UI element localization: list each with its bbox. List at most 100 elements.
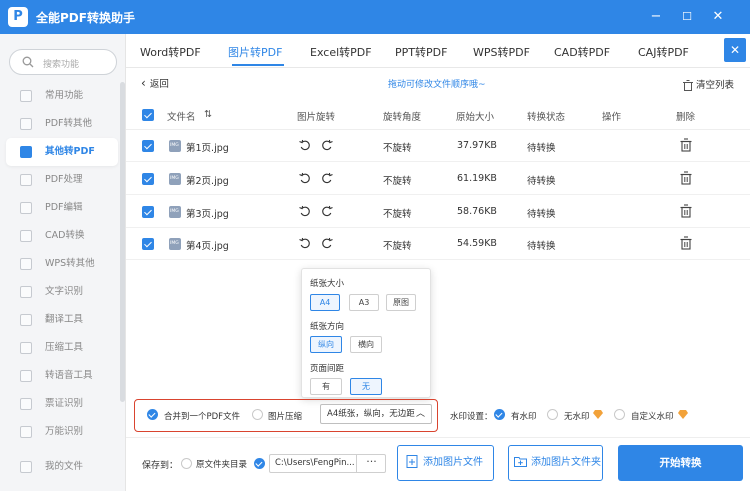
select-all-checkbox[interactable] [142,109,154,121]
tab[interactable]: Excel转PDF [310,44,372,60]
clear-list-button[interactable]: 清空列表 [683,77,734,91]
row-checkbox[interactable] [142,238,154,250]
sidebar-item[interactable]: 压缩工具 [0,334,120,362]
table-row[interactable]: 第2页.jpg 不旋转 61.19KB 待转换 [126,163,750,195]
table-row[interactable]: 第1页.jpg 不旋转 37.97KB 待转换 [126,130,750,162]
minimize-button[interactable]: − [646,7,666,27]
add-folder-button[interactable]: 添加图片文件夹 [508,445,603,481]
table-row[interactable]: 第3页.jpg 不旋转 58.76KB 待转换 [126,196,750,228]
row-checkbox[interactable] [142,206,154,218]
restore-button[interactable]: ☐ [677,7,697,27]
watermark-label: 水印设置： [450,412,493,422]
back-arrow-icon: ‹ [141,76,146,90]
sidebar-item[interactable]: 文字识别 [0,278,120,306]
tab[interactable]: CAD转PDF [554,44,610,60]
sidebar-item-label: PDF编辑 [45,202,83,213]
sidebar-item[interactable]: 其他转PDF [6,138,118,166]
tabs-close-button[interactable]: ✕ [724,38,746,62]
sidebar-item-icon [20,286,32,298]
rotate-left-icon[interactable] [298,204,312,218]
title-bar: P 全能PDF转换助手 − ☐ ✕ [0,0,750,34]
sidebar-item[interactable]: PDF转其他 [0,110,120,138]
delete-icon[interactable] [680,171,692,185]
tab[interactable]: CAJ转PDF [638,44,689,60]
sidebar-item-label: CAD转换 [45,230,85,241]
delete-icon[interactable] [680,236,692,250]
sidebar-scrollbar[interactable] [120,82,125,402]
table-row[interactable]: 第4页.jpg 不旋转 54.59KB 待转换 [126,228,750,260]
rotation-angle: 不旋转 [383,209,412,220]
rotation-angle: 不旋转 [383,241,412,252]
margin-label: 页面间距 [310,364,345,374]
sidebar-item-label: 票证识别 [45,398,84,409]
merge-label: 合并到一个PDF文件 [164,412,241,422]
close-button[interactable]: ✕ [708,7,728,27]
sidebar-item-icon [20,258,32,270]
tab[interactable]: WPS转PDF [473,44,530,60]
tab[interactable]: PPT转PDF [395,44,447,60]
header-status: 转换状态 [527,112,566,123]
landscape-option[interactable]: 横向 [350,336,382,353]
file-name: 第1页.jpg [186,143,229,154]
file-size: 37.97KB [457,140,497,151]
rotate-left-icon[interactable] [298,236,312,250]
delete-icon[interactable] [680,204,692,218]
sidebar-item-icon [20,314,32,326]
sidebar-item[interactable]: PDF编辑 [0,194,120,222]
sidebar-item[interactable]: 翻译工具 [0,306,120,334]
row-checkbox[interactable] [142,173,154,185]
custom-path-radio[interactable] [254,458,265,469]
sidebar-item[interactable]: PDF处理 [0,166,120,194]
file-size: 54.59KB [457,238,497,249]
sidebar-item[interactable]: 我的文件 [0,453,120,481]
rotate-right-icon[interactable] [320,138,334,152]
paper-a3-option[interactable]: A3 [349,294,379,311]
wm-radio-yes[interactable] [494,409,505,420]
wm-radio-no[interactable] [547,409,558,420]
back-button[interactable]: ‹ 返回 [141,76,169,90]
sidebar-item-icon [20,174,32,186]
sidebar-item[interactable]: 转语音工具 [0,362,120,390]
portrait-option[interactable]: 纵向 [310,336,342,353]
sidebar-item[interactable]: WPS转其他 [0,250,120,278]
sidebar-item-label: 文字识别 [45,286,84,297]
sidebar-item[interactable]: CAD转换 [0,222,120,250]
sidebar-item[interactable]: 常用功能 [0,82,120,110]
paper-a4-option[interactable]: A4 [310,294,340,311]
rotate-left-icon[interactable] [298,171,312,185]
paper-original-option[interactable]: 原图 [386,294,416,311]
merge-checkbox[interactable] [147,409,158,420]
sidebar-item[interactable]: 万能识别 [0,418,120,446]
sidebar-item[interactable]: 票证识别 [0,390,120,418]
wm-yes-label: 有水印 [511,412,537,422]
image-file-icon [169,206,181,218]
tab[interactable]: 图片转PDF [228,44,282,60]
sort-icon[interactable]: ⇅ [204,109,212,120]
sidebar-item-label: WPS转其他 [45,258,95,269]
margin-yes-option[interactable]: 有 [310,378,342,395]
back-label: 返回 [149,79,169,90]
page-settings-select[interactable]: A4纸张，纵向，无边距 ︿ [320,404,432,424]
margin-no-option[interactable]: 无 [350,378,382,395]
sidebar-item-icon [20,90,32,102]
search-input[interactable]: 搜索功能 [9,49,117,75]
tab[interactable]: Word转PDF [140,44,201,60]
row-checkbox[interactable] [142,140,154,152]
rotate-right-icon[interactable] [320,204,334,218]
sidebar-item-icon [20,146,32,158]
chevron-up-icon: ︿ [415,409,425,419]
source-dir-radio[interactable] [181,458,192,469]
start-convert-button[interactable]: 开始转换 [618,445,743,481]
rotate-right-icon[interactable] [320,171,334,185]
rotate-left-icon[interactable] [298,138,312,152]
add-image-button[interactable]: 添加图片文件 [397,445,494,481]
rotate-right-icon[interactable] [320,236,334,250]
search-placeholder: 搜索功能 [43,60,80,70]
wm-radio-custom[interactable] [614,409,625,420]
delete-icon[interactable] [680,138,692,152]
compress-checkbox[interactable] [252,409,263,420]
page-settings-popup: 纸张大小 A4 A3 原图 纸张方向 纵向 横向 页面间距 有 无 [301,268,431,398]
browse-button[interactable]: ··· [356,454,386,473]
wm-custom-label: 自定义水印 [631,412,674,422]
add-image-label: 添加图片文件 [423,457,483,468]
